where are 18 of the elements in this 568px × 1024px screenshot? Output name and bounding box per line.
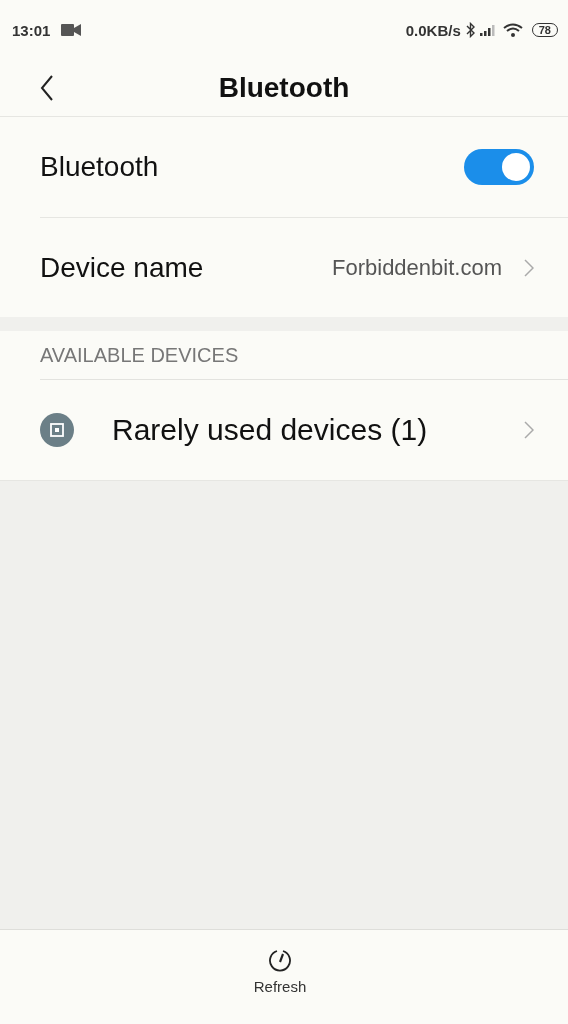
chevron-right-icon	[524, 421, 534, 439]
wifi-icon	[502, 23, 523, 37]
chevron-right-icon[interactable]	[524, 258, 534, 277]
device-list-item[interactable]: Rarely used devices (1)	[0, 380, 568, 480]
back-icon[interactable]	[40, 75, 54, 101]
section-heading: AVAILABLE DEVICES	[40, 343, 239, 367]
setting-value: Forbiddenbit.com	[332, 254, 502, 281]
setting-label: Device name	[40, 251, 205, 284]
bluetooth-icon	[465, 22, 475, 38]
device-icon	[40, 413, 74, 447]
refresh-button[interactable]: Refresh	[253, 930, 315, 1024]
page-title: Bluetooth	[218, 72, 350, 104]
setting-label: Bluetooth	[40, 151, 160, 183]
network-speed: 0.0KB/s	[405, 21, 461, 39]
toggle-switch[interactable]	[464, 149, 534, 185]
video-camera-icon	[61, 24, 82, 36]
signal-icon	[479, 24, 498, 36]
status-time: 13:01	[12, 21, 51, 39]
